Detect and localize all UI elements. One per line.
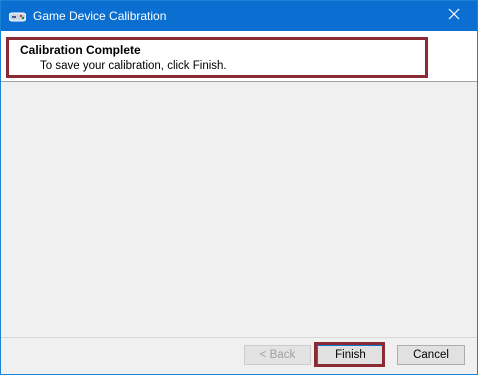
- calibration-dialog: Game Device Calibration Calibration Comp…: [0, 0, 478, 375]
- game-controller-icon: [8, 10, 27, 22]
- footer-divider: [1, 337, 477, 338]
- cancel-button[interactable]: Cancel: [397, 345, 465, 365]
- content-area: [1, 82, 477, 338]
- window-title: Game Device Calibration: [33, 9, 167, 23]
- close-icon: [448, 7, 460, 25]
- back-button[interactable]: < Back: [244, 345, 311, 365]
- finish-highlight-box: [314, 342, 385, 367]
- close-button[interactable]: [431, 1, 477, 31]
- title-bar[interactable]: Game Device Calibration: [1, 1, 477, 31]
- header-highlight-box: [6, 37, 428, 78]
